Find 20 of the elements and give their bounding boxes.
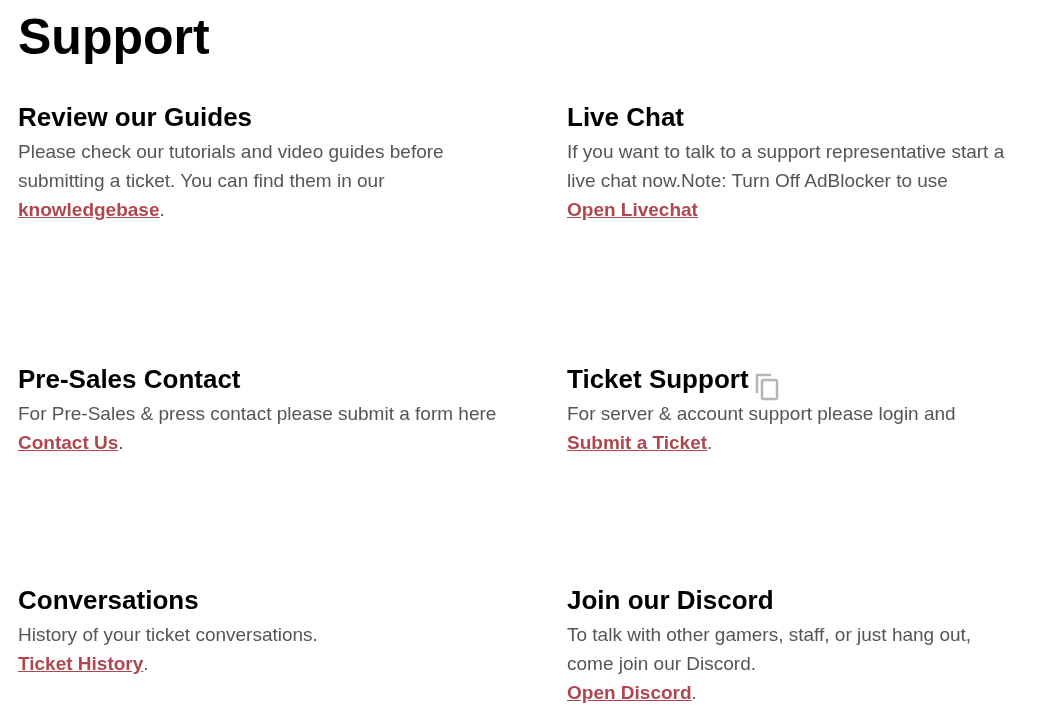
card-description: To talk with other gamers, staff, or just hang out, come join our Discord. Open Discord. <box>567 623 973 705</box>
card-link[interactable]: Submit a Ticket <box>567 432 708 453</box>
card-link[interactable]: Open Livechat <box>567 199 698 220</box>
card-title: Conversations <box>18 584 199 616</box>
card-title: Ticket Support <box>567 363 749 395</box>
card-description: History of your ticket conversations. Ticket History. <box>18 623 319 676</box>
card-title: Pre-Sales Contact <box>18 363 241 395</box>
card-description: If you want to talk to a support representative start a live chat now.Note: Turn Off AdBlocker to use Open Livechat <box>567 140 1006 222</box>
card-link[interactable]: Ticket History <box>18 653 144 674</box>
card-description: For server & account support please login and Submit a Ticket. <box>567 402 957 455</box>
card-title: Join our Discord <box>567 584 774 616</box>
card-title: Review our Guides <box>18 101 253 133</box>
copy-icon[interactable] <box>754 373 779 401</box>
card-description: For Pre-Sales & press contact please submit a form here Contact Us. <box>18 402 498 455</box>
card-link[interactable]: knowledgebase <box>18 199 160 220</box>
card-title: Live Chat <box>567 101 685 133</box>
card-description: Please check our tutorials and video guides before submitting a ticket. You can find them in our knowledgebase. <box>18 140 445 222</box>
card-link[interactable]: Contact Us <box>18 432 119 453</box>
card-link[interactable]: Open Discord <box>567 682 692 703</box>
page-title: Support <box>18 8 210 67</box>
